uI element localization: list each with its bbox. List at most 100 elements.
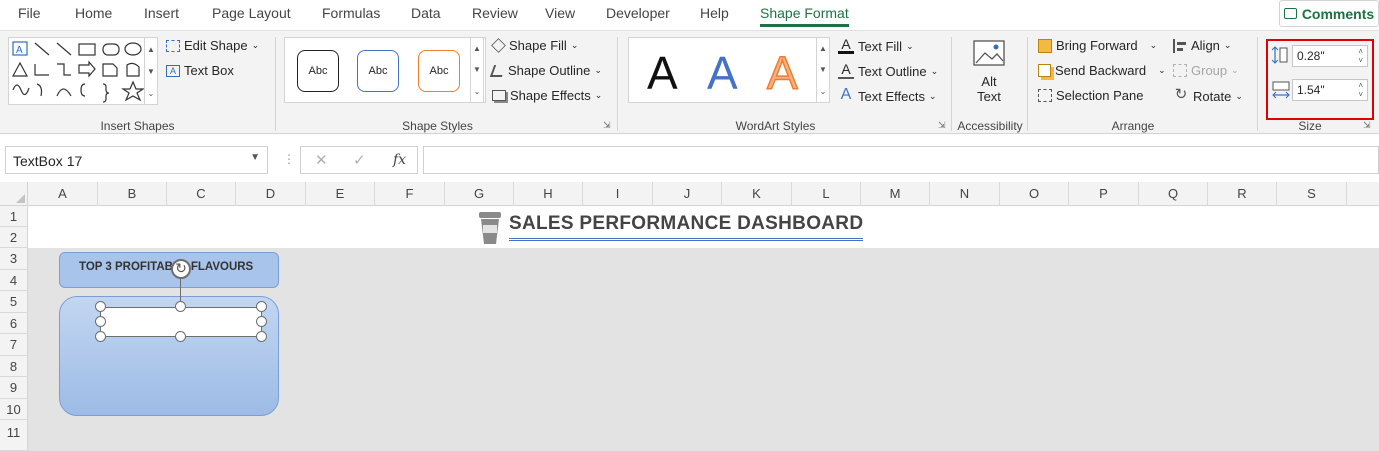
bring-forward-icon bbox=[1038, 38, 1052, 53]
row-header[interactable]: 3 bbox=[0, 248, 28, 270]
dialog-launcher-icon[interactable]: ⇲ bbox=[938, 120, 946, 131]
shape-style-black[interactable]: Abc bbox=[297, 50, 339, 92]
tab-file[interactable]: File bbox=[18, 5, 41, 21]
edit-shape-button[interactable]: Edit Shape ⌄ bbox=[166, 38, 259, 53]
tab-insert[interactable]: Insert bbox=[144, 5, 179, 21]
column-header[interactable]: P bbox=[1069, 182, 1139, 206]
row-header[interactable]: 5 bbox=[0, 291, 28, 313]
row-header[interactable]: 1 bbox=[0, 206, 28, 227]
shape-style-orange[interactable]: Abc bbox=[418, 50, 460, 92]
enter-icon[interactable]: ✓ bbox=[353, 151, 366, 169]
tab-page-layout[interactable]: Page Layout bbox=[212, 5, 291, 21]
width-spinner-icon[interactable]: ˄ ˅ bbox=[1358, 81, 1363, 99]
column-header[interactable]: B bbox=[98, 182, 167, 206]
text-effects-button[interactable]: A Text Effects ⌄ bbox=[838, 87, 937, 104]
shape-fill-button[interactable]: Shape Fill ⌄ bbox=[491, 38, 578, 53]
shape-styles-gallery[interactable]: Abc Abc Abc bbox=[284, 37, 486, 103]
name-box[interactable]: TextBox 17 ▼ bbox=[5, 146, 268, 174]
wordart-scroll[interactable]: ▲ ▼ ⌄ bbox=[816, 37, 830, 103]
rotate-button[interactable]: ↻ Rotate ⌄ bbox=[1173, 87, 1243, 104]
column-header[interactable]: L bbox=[792, 182, 861, 206]
group-divider bbox=[275, 37, 276, 131]
resize-handle[interactable] bbox=[175, 301, 186, 312]
wordart-black[interactable]: A bbox=[647, 46, 678, 100]
tab-help[interactable]: Help bbox=[700, 5, 729, 21]
dialog-launcher-icon[interactable]: ⇲ bbox=[1363, 120, 1371, 131]
row-header[interactable]: 8 bbox=[0, 356, 28, 377]
insert-function-icon[interactable]: fx bbox=[393, 152, 406, 168]
cancel-icon[interactable]: ✕ bbox=[315, 151, 328, 169]
resize-handle[interactable] bbox=[95, 301, 106, 312]
bring-forward-button[interactable]: Bring Forward ⌄ bbox=[1038, 38, 1157, 53]
shape-styles-scroll[interactable]: ▲ ▼ ⌄ bbox=[470, 37, 484, 103]
column-header[interactable]: A bbox=[28, 182, 98, 206]
column-header[interactable]: K bbox=[722, 182, 792, 206]
row-header[interactable]: 9 bbox=[0, 377, 28, 399]
column-header[interactable]: C bbox=[167, 182, 236, 206]
pencil-icon bbox=[489, 64, 507, 77]
card-title[interactable]: TOP 3 PROFITABLE FLAVOURS bbox=[59, 252, 279, 288]
resize-handle[interactable] bbox=[256, 301, 267, 312]
column-header[interactable]: D bbox=[236, 182, 306, 206]
column-header[interactable]: R bbox=[1208, 182, 1277, 206]
shape-width-input[interactable]: 1.54" ˄ ˅ bbox=[1292, 79, 1368, 101]
tab-data[interactable]: Data bbox=[411, 5, 441, 21]
shapes-gallery-scroll[interactable]: ▲ ▼ ⌄ bbox=[144, 37, 158, 105]
alt-text-button[interactable]: Alt Text bbox=[966, 39, 1012, 104]
column-header[interactable]: E bbox=[306, 182, 375, 206]
comments-button[interactable]: Comments bbox=[1279, 0, 1379, 27]
column-header[interactable] bbox=[1347, 182, 1379, 206]
height-spinner-icon[interactable]: ˄ ˅ bbox=[1358, 47, 1363, 65]
column-header[interactable]: N bbox=[930, 182, 1000, 206]
column-header[interactable]: O bbox=[1000, 182, 1069, 206]
resize-handle[interactable] bbox=[95, 331, 106, 342]
shape-style-blue[interactable]: Abc bbox=[357, 50, 399, 92]
select-all-icon bbox=[16, 194, 25, 203]
row-header[interactable]: 4 bbox=[0, 270, 28, 291]
shape-height-input[interactable]: 0.28" ˄ ˅ bbox=[1292, 45, 1368, 67]
column-header[interactable]: M bbox=[861, 182, 930, 206]
shapes-grid-icon: A bbox=[11, 41, 145, 103]
tab-review[interactable]: Review bbox=[472, 5, 518, 21]
selection-pane-button[interactable]: Selection Pane bbox=[1038, 88, 1143, 103]
select-all-corner[interactable] bbox=[0, 182, 28, 206]
rotation-handle-icon[interactable]: ↻ bbox=[171, 259, 191, 279]
formula-input[interactable] bbox=[423, 146, 1379, 174]
tab-view[interactable]: View bbox=[545, 5, 575, 21]
tab-home[interactable]: Home bbox=[75, 5, 112, 21]
tab-shape-format[interactable]: Shape Format bbox=[760, 5, 849, 27]
shape-effects-button[interactable]: Shape Effects ⌄ bbox=[492, 88, 602, 103]
text-outline-button[interactable]: A Text Outline ⌄ bbox=[838, 62, 938, 79]
tab-developer[interactable]: Developer bbox=[606, 5, 670, 21]
resize-handle[interactable] bbox=[256, 316, 267, 327]
column-header[interactable]: Q bbox=[1139, 182, 1208, 206]
column-header[interactable]: S bbox=[1277, 182, 1347, 206]
wordart-blue[interactable]: A bbox=[707, 46, 738, 100]
row-header[interactable]: 7 bbox=[0, 334, 28, 356]
resize-handle[interactable] bbox=[175, 331, 186, 342]
wordart-orange[interactable]: A bbox=[766, 46, 798, 100]
wordart-gallery[interactable]: A A A bbox=[628, 37, 830, 103]
column-header[interactable]: F bbox=[375, 182, 445, 206]
group-button[interactable]: Group ⌄ bbox=[1173, 63, 1239, 78]
tab-formulas[interactable]: Formulas bbox=[322, 5, 380, 21]
resize-handle[interactable] bbox=[256, 331, 267, 342]
row-header[interactable]: 10 bbox=[0, 399, 28, 420]
resize-handle[interactable] bbox=[95, 316, 106, 327]
column-header[interactable]: I bbox=[583, 182, 653, 206]
row-header[interactable]: 11 bbox=[0, 420, 28, 451]
row-header[interactable]: 2 bbox=[0, 227, 28, 248]
name-box-dropdown-icon[interactable]: ▼ bbox=[250, 152, 260, 163]
column-header[interactable]: J bbox=[653, 182, 722, 206]
text-fill-button[interactable]: A Text Fill ⌄ bbox=[838, 37, 914, 54]
align-button[interactable]: Align ⌄ bbox=[1173, 38, 1231, 53]
dialog-launcher-icon[interactable]: ⇲ bbox=[603, 120, 611, 131]
group-icon bbox=[1173, 64, 1187, 77]
row-header[interactable]: 6 bbox=[0, 313, 28, 334]
send-backward-button[interactable]: Send Backward ⌄ bbox=[1038, 63, 1166, 78]
column-header[interactable]: H bbox=[514, 182, 583, 206]
shape-outline-button[interactable]: Shape Outline ⌄ bbox=[489, 63, 602, 78]
text-box-button[interactable]: A Text Box bbox=[166, 63, 234, 78]
shapes-gallery[interactable]: A bbox=[8, 37, 158, 105]
column-header[interactable]: G bbox=[445, 182, 514, 206]
